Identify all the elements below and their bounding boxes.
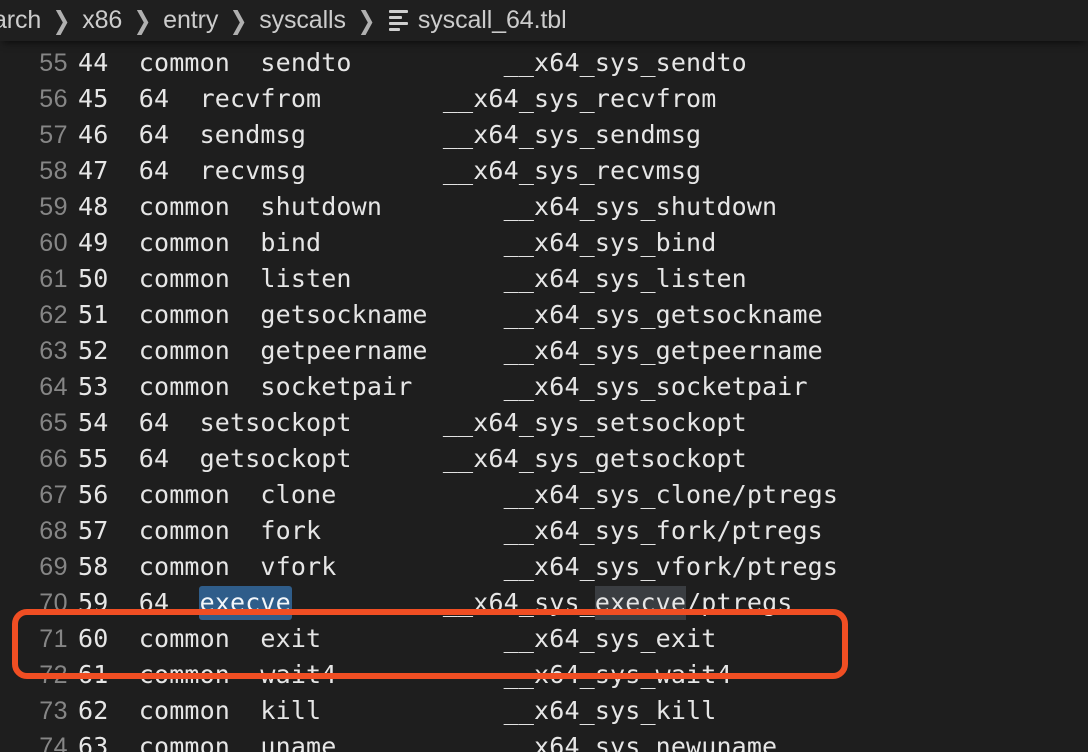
code-text[interactable]: 51 common getsockname __x64_sys_getsockn…: [78, 297, 823, 333]
code-text[interactable]: 52 common getpeername __x64_sys_getpeern…: [78, 333, 823, 369]
breadcrumb-item-file[interactable]: syscall_64.tbl: [386, 6, 568, 35]
line-number: 66: [39, 445, 68, 473]
code-text[interactable]: 47 64 recvmsg __x64_sys_recvmsg: [78, 153, 701, 189]
code-text[interactable]: 46 64 sendmsg __x64_sys_sendmsg: [78, 117, 701, 153]
code-line[interactable]: 61 50 common listen __x64_sys_listen: [0, 261, 1088, 297]
code-token: 51 common getsockname __x64_sys_getsockn…: [78, 300, 823, 329]
breadcrumb-file-name: syscall_64.tbl: [417, 6, 567, 34]
line-number: 61: [39, 265, 68, 293]
selected-text: execve: [198, 586, 292, 620]
code-editor[interactable]: 5443 64 sendmsg __x64_sys_sendmsg5544 co…: [0, 41, 1088, 752]
code-line[interactable]: 72 61 common wait4 __x64_sys_wait4: [0, 657, 1088, 693]
code-text[interactable]: 62 common kill __x64_sys_kill: [78, 693, 716, 729]
breadcrumb-item-entry[interactable]: entry: [162, 6, 219, 35]
code-line[interactable]: 71 60 common exit __x64_sys_exit: [0, 621, 1088, 657]
code-text[interactable]: 44 common sendto __x64_sys_sendto: [78, 45, 747, 81]
code-token: 44 common sendto __x64_sys_sendto: [78, 48, 747, 77]
code-token: 55 64 getsockopt __x64_sys_getsockopt: [78, 444, 747, 473]
code-line[interactable]: 55 44 common sendto __x64_sys_sendto: [0, 45, 1088, 81]
code-token: 56 common clone __x64_sys_clone/ptregs: [78, 480, 839, 509]
line-number: 72: [39, 661, 68, 689]
line-number: 73: [39, 697, 68, 725]
chevron-right-icon: ❯: [229, 6, 248, 35]
occurrence-highlight: execve: [594, 586, 687, 620]
code-line[interactable]: 64 53 common socketpair __x64_sys_socketp…: [0, 369, 1088, 405]
code-token: 60 common exit __x64_sys_exit: [78, 624, 717, 653]
line-number: 59: [39, 193, 68, 221]
code-token: 62 common kill __x64_sys_kill: [78, 696, 717, 725]
code-text[interactable]: 50 common listen __x64_sys_listen: [78, 261, 747, 297]
line-number: 56: [39, 85, 68, 113]
code-line[interactable]: 69 58 common vfork __x64_sys_vfork/ptregs: [0, 549, 1088, 585]
line-number: 63: [39, 337, 68, 365]
breadcrumb-item-syscalls[interactable]: syscalls: [258, 6, 347, 35]
line-number: 55: [39, 49, 68, 77]
code-line[interactable]: 70 59 64 execve __x64_sys_execve/ptregs: [0, 585, 1088, 621]
code-line[interactable]: 68 57 common fork __x64_sys_fork/ptregs: [0, 513, 1088, 549]
code-line[interactable]: 66 55 64 getsockopt __x64_sys_getsockopt: [0, 441, 1088, 477]
code-line[interactable]: 62 51 common getsockname __x64_sys_getsoc…: [0, 297, 1088, 333]
code-text[interactable]: 61 common wait4 __x64_sys_wait4: [78, 657, 732, 693]
chevron-right-icon: ❯: [133, 6, 152, 35]
breadcrumb-item-x86[interactable]: x86: [81, 6, 123, 35]
table-file-icon: [388, 10, 408, 31]
code-text[interactable]: 53 common socketpair __x64_sys_socketpai…: [78, 369, 808, 405]
code-text[interactable]: 54 64 setsockopt __x64_sys_setsockopt: [78, 405, 747, 441]
code-token: 50 common listen __x64_sys_listen: [78, 264, 747, 293]
code-line[interactable]: 56 45 64 recvfrom __x64_sys_recvfrom: [0, 81, 1088, 117]
breadcrumb: arch ❯ x86 ❯ entry ❯ syscalls ❯ syscall_64.tbl: [0, 6, 568, 36]
code-text[interactable]: 59 64 execve __x64_sys_execve/ptregs: [78, 585, 793, 621]
code-token: 54 64 setsockopt __x64_sys_setsockopt: [78, 408, 747, 437]
code-text[interactable]: 55 64 getsockopt __x64_sys_getsockopt: [78, 441, 747, 477]
code-text[interactable]: 49 common bind __x64_sys_bind: [78, 225, 716, 261]
code-line[interactable]: 74 63 common uname __x64_sys_newuname: [0, 729, 1088, 752]
line-number: 74: [39, 733, 68, 752]
code-text[interactable]: 63 common uname __x64_sys_newuname: [78, 729, 777, 752]
code-token: 57 common fork __x64_sys_fork/ptregs: [78, 516, 823, 545]
code-token: 45 64 recvfrom __x64_sys_recvfrom: [78, 84, 717, 113]
breadcrumb-item-arch[interactable]: arch: [0, 6, 42, 35]
code-text[interactable]: 60 common exit __x64_sys_exit: [78, 621, 716, 657]
code-text[interactable]: 56 common clone __x64_sys_clone/ptregs: [78, 477, 838, 513]
code-line[interactable]: 65 54 64 setsockopt __x64_sys_setsockopt: [0, 405, 1088, 441]
code-token: 48 common shutdown __x64_sys_shutdown: [78, 192, 778, 221]
line-number: 65: [39, 409, 68, 437]
line-number: 58: [39, 157, 68, 185]
code-text[interactable]: 57 common fork __x64_sys_fork/ptregs: [78, 513, 823, 549]
code-token: 63 common uname __x64_sys_newuname: [78, 732, 778, 752]
line-number: 67: [39, 481, 68, 509]
line-number: 60: [39, 229, 68, 257]
code-token: 46 64 sendmsg __x64_sys_sendmsg: [78, 120, 702, 149]
code-text[interactable]: 58 common vfork __x64_sys_vfork/ptregs: [78, 549, 838, 585]
code-token: 61 common wait4 __x64_sys_wait4: [78, 660, 732, 689]
line-number: 70: [39, 589, 68, 617]
code-line[interactable]: 67 56 common clone __x64_sys_clone/ptregs: [0, 477, 1088, 513]
code-line[interactable]: 57 46 64 sendmsg __x64_sys_sendmsg: [0, 117, 1088, 153]
code-line[interactable]: 63 52 common getpeername __x64_sys_getpee…: [0, 333, 1088, 369]
code-text[interactable]: 48 common shutdown __x64_sys_shutdown: [78, 189, 777, 225]
code-line[interactable]: 60 49 common bind __x64_sys_bind: [0, 225, 1088, 261]
code-token: 47 64 recvmsg __x64_sys_recvmsg: [78, 156, 702, 185]
code-line[interactable]: 73 62 common kill __x64_sys_kill: [0, 693, 1088, 729]
chevron-right-icon: ❯: [52, 6, 71, 35]
code-line[interactable]: 58 47 64 recvmsg __x64_sys_recvmsg: [0, 153, 1088, 189]
line-number: 69: [39, 553, 68, 581]
line-number: 68: [39, 517, 68, 545]
code-token: 59 64: [78, 588, 200, 617]
chevron-right-icon: ❯: [357, 6, 376, 35]
code-text[interactable]: 45 64 recvfrom __x64_sys_recvfrom: [78, 81, 716, 117]
code-token: __x64_sys_: [290, 588, 595, 617]
code-token: 49 common bind __x64_sys_bind: [78, 228, 717, 257]
line-number: 57: [39, 121, 68, 149]
code-line[interactable]: 59 48 common shutdown __x64_sys_shutdown: [0, 189, 1088, 225]
code-token: 53 common socketpair __x64_sys_socketpai…: [78, 372, 808, 401]
code-token: 52 common getpeername __x64_sys_getpeern…: [78, 336, 823, 365]
line-number: 71: [39, 625, 68, 653]
breadcrumb-bar: arch ❯ x86 ❯ entry ❯ syscalls ❯ syscall_64.tbl: [0, 0, 1088, 41]
code-surface[interactable]: 5443 64 sendmsg __x64_sys_sendmsg5544 co…: [0, 41, 1088, 752]
code-token: /ptregs: [686, 588, 793, 617]
line-number: 62: [39, 301, 68, 329]
code-token: 58 common vfork __x64_sys_vfork/ptregs: [78, 552, 839, 581]
line-number: 64: [39, 373, 68, 401]
